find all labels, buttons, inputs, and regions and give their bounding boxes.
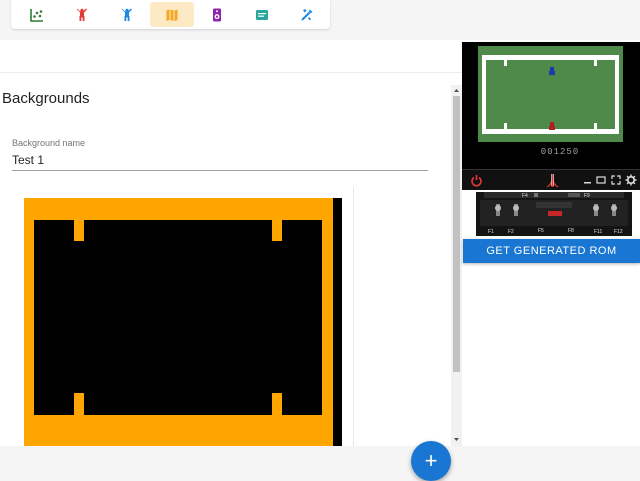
backgrounds-panel: Backgrounds Background name + [0,40,462,481]
emu-wall-left [482,55,486,134]
emu-wall-right [615,55,619,134]
editor-toolbar [11,0,330,29]
emulator-screen[interactable]: 001250 [462,42,640,172]
console-key-label: F2 [508,229,514,235]
tab-backgrounds[interactable] [150,2,194,27]
top-right-post [272,220,282,241]
scroll-up-icon[interactable] [451,85,462,96]
tab-player-one[interactable] [60,2,104,27]
emu-post [594,123,597,129]
playfield-editor-panel [0,187,354,446]
tab-sounds[interactable] [195,2,239,27]
emu-post [594,60,597,66]
emu-post [504,60,507,66]
playfield-interior [34,220,322,415]
scrollbar[interactable] [451,85,462,446]
atari-logo-icon [546,174,559,187]
console-key-label: F12 [614,229,623,235]
right-black-strip [333,198,342,446]
speaker-icon [213,8,221,21]
console-key-label: F9 [584,193,590,199]
playfield-canvas[interactable] [24,197,342,446]
console-key-label: F1 [488,229,494,235]
tools-icon [301,8,313,20]
page-title: Backgrounds [2,90,90,107]
console-key-label: F4 [522,193,528,199]
fullscreen-icon[interactable] [611,175,621,185]
console-key-label: F8 [568,228,574,234]
message-icon [256,9,268,20]
atari-console-keys: F4 F9 F1 F2 F5 F8 F11 F12 [476,192,632,236]
console-key-label: F11 [594,229,602,235]
tab-text[interactable] [240,2,284,27]
divider [0,72,462,73]
preview-panel: 001250 F4 F9 F1 F2 F5 F8 F11 F12 GET GEN… [462,40,640,446]
get-generated-rom-button[interactable]: GET GENERATED ROM [463,239,640,263]
power-icon[interactable] [470,174,483,187]
top-left-post [74,220,84,241]
emulator-controls [462,169,640,190]
add-background-button[interactable]: + [411,441,451,481]
tab-stats[interactable] [15,2,59,27]
chart-icon [30,8,43,22]
background-name-input[interactable] [12,149,428,171]
tab-player-two[interactable] [105,2,149,27]
scrollbar-thumb[interactable] [453,96,460,372]
background-name-label: Background name [12,138,86,148]
gear-icon[interactable] [625,174,637,186]
minimize-icon[interactable] [583,176,592,185]
player2-icon [122,8,132,21]
tab-tools[interactable] [285,2,329,27]
emulator-score: 001250 [541,147,579,157]
top-toolbar-area [0,0,640,36]
bottom-right-post [272,393,282,415]
console-key-label: F5 [538,228,544,234]
map-icon [166,8,178,21]
emu-wall-top [482,55,619,60]
emu-post [504,123,507,129]
window-icon[interactable] [596,175,606,185]
bottom-left-post [74,393,84,415]
player-icon [77,8,87,21]
scroll-down-icon[interactable] [451,434,462,445]
